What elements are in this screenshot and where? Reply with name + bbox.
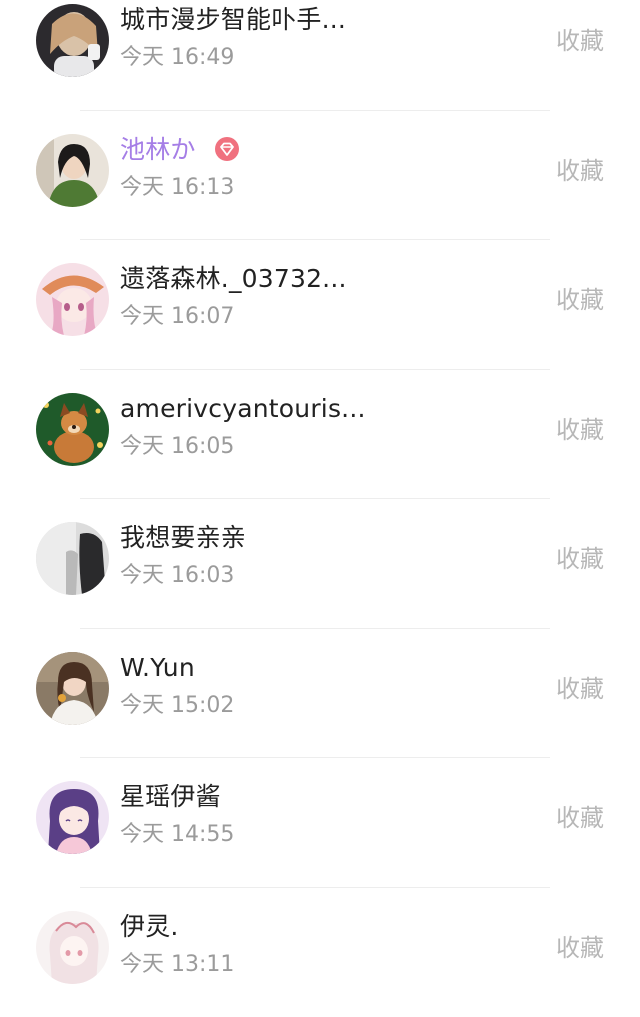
avatar[interactable] — [36, 393, 109, 466]
avatar-image — [36, 263, 109, 336]
avatar-image — [36, 134, 109, 207]
list-item[interactable]: 池林か 今天 16:13 收藏 — [0, 111, 640, 241]
favorite-button[interactable]: 收藏 — [556, 155, 604, 187]
avatar[interactable] — [36, 522, 109, 595]
list-item[interactable]: 伊灵. 今天 13:11 收藏 — [0, 888, 640, 1017]
diamond-badge-icon — [214, 136, 240, 162]
list-item[interactable]: amerivcyantouris... 今天 16:05 收藏 — [0, 370, 640, 500]
list-item[interactable]: 遗落森林._03732... 今天 16:07 收藏 — [0, 240, 640, 370]
timestamp: 今天 16:49 — [120, 43, 234, 73]
favorite-button[interactable]: 收藏 — [556, 543, 604, 575]
list-item[interactable]: 我想要亲亲 今天 16:03 收藏 — [0, 499, 640, 629]
favorite-button[interactable]: 收藏 — [556, 932, 604, 964]
favorite-button[interactable]: 收藏 — [556, 284, 604, 316]
avatar[interactable] — [36, 911, 109, 984]
list-item[interactable]: 城市漫步智能卟手... 今天 16:49 收藏 — [0, 0, 640, 111]
avatar-image — [36, 522, 109, 595]
list-item[interactable]: 星瑶伊酱 今天 14:55 收藏 — [0, 758, 640, 888]
favorite-button[interactable]: 收藏 — [556, 802, 604, 834]
favorite-button[interactable]: 收藏 — [556, 673, 604, 705]
avatar-image — [36, 911, 109, 984]
avatar[interactable] — [36, 263, 109, 336]
avatar[interactable] — [36, 781, 109, 854]
favorite-button[interactable]: 收藏 — [556, 414, 604, 446]
user-name[interactable]: W.Yun — [120, 652, 195, 684]
timestamp: 今天 16:03 — [120, 561, 234, 591]
timestamp: 今天 15:02 — [120, 691, 234, 721]
user-name[interactable]: 伊灵. — [120, 911, 179, 943]
avatar-image — [36, 4, 109, 77]
user-list: 城市漫步智能卟手... 今天 16:49 收藏 池林か — [0, 0, 640, 1017]
timestamp: 今天 16:07 — [120, 302, 234, 332]
user-name[interactable]: 我想要亲亲 — [120, 522, 246, 554]
timestamp: 今天 16:13 — [120, 173, 234, 203]
user-name[interactable]: 池林か — [120, 134, 240, 166]
user-name-text: 池林か — [120, 135, 196, 164]
avatar[interactable] — [36, 4, 109, 77]
timestamp: 今天 16:05 — [120, 432, 234, 462]
user-name[interactable]: amerivcyantouris... — [120, 393, 366, 425]
avatar[interactable] — [36, 134, 109, 207]
user-name[interactable]: 星瑶伊酱 — [120, 781, 221, 813]
favorite-button[interactable]: 收藏 — [556, 25, 604, 57]
timestamp: 今天 13:11 — [120, 950, 234, 980]
list-item[interactable]: W.Yun 今天 15:02 收藏 — [0, 629, 640, 759]
avatar[interactable] — [36, 652, 109, 725]
avatar-image — [36, 781, 109, 854]
user-name[interactable]: 遗落森林._03732... — [120, 263, 347, 295]
avatar-image — [36, 652, 109, 725]
avatar-image — [36, 393, 109, 466]
user-name[interactable]: 城市漫步智能卟手... — [120, 4, 346, 36]
timestamp: 今天 14:55 — [120, 820, 234, 850]
